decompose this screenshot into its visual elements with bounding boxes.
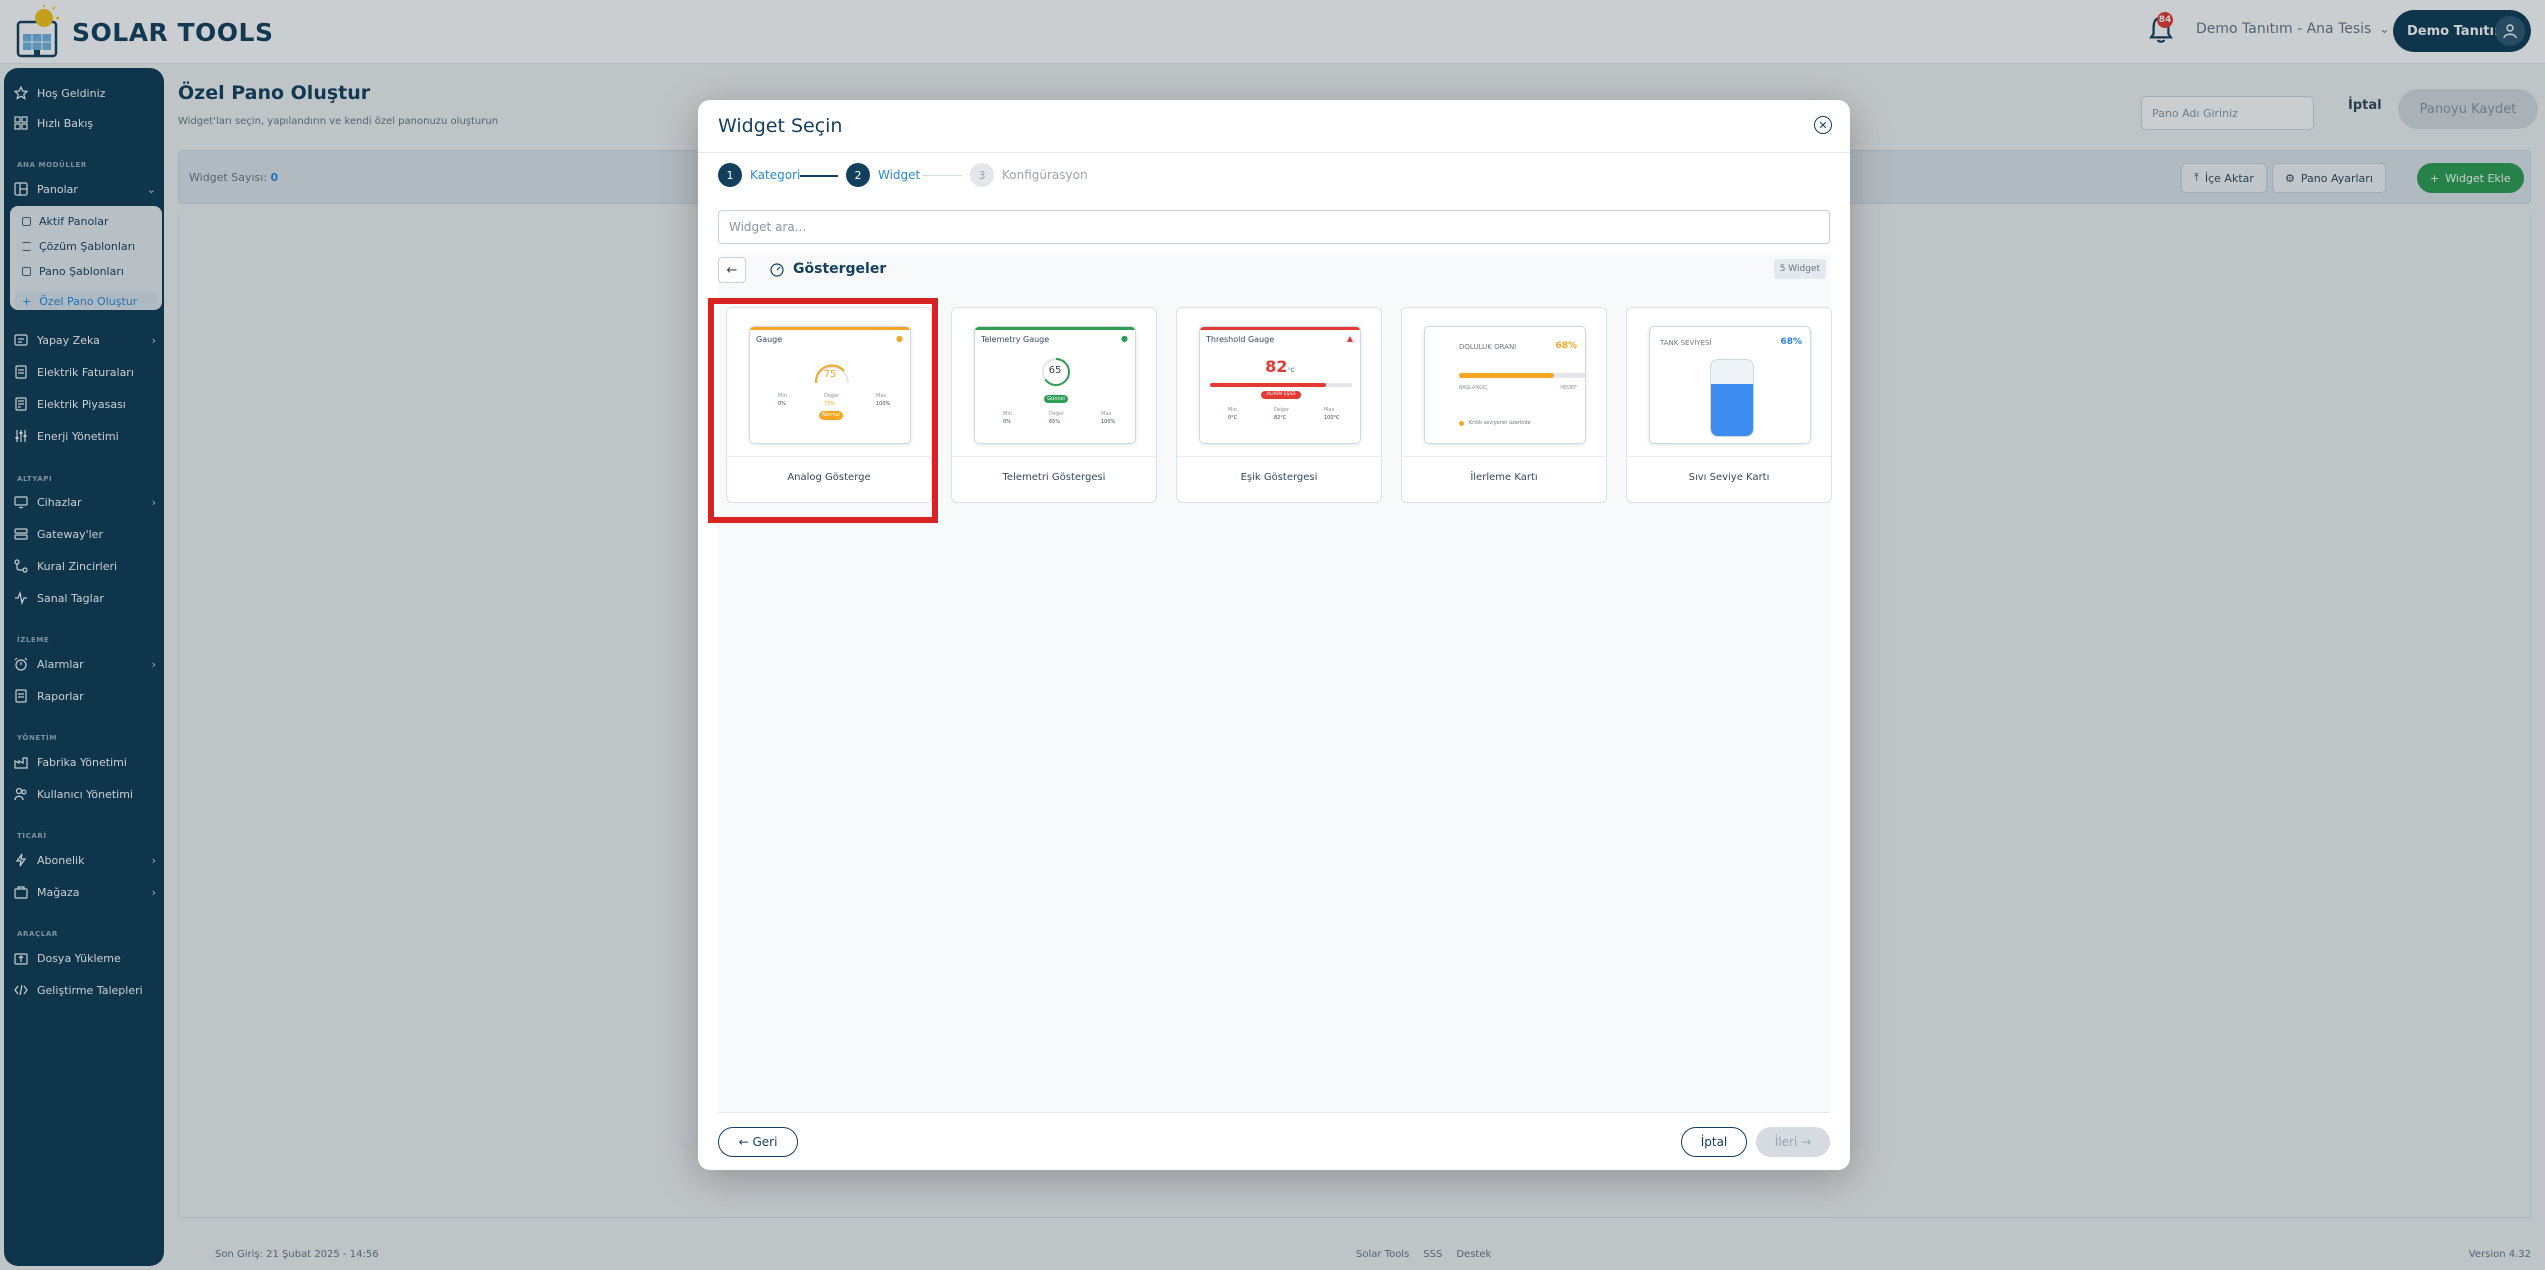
widget-select-modal: Widget Seçin ✕ 1 Kategori 2 Widget 3 Kon… xyxy=(698,100,1850,1170)
accent-bar xyxy=(975,327,1135,330)
warning-icon: ▲ xyxy=(1346,334,1353,343)
preview-title: Telemetry Gauge xyxy=(981,335,1050,344)
step-number: 2 xyxy=(846,163,870,187)
preview-unit: °C xyxy=(1287,367,1295,374)
widget-card-liquid-level[interactable]: TANK SEVİYESİ 68% Sıvı Seviye Kartı xyxy=(1626,307,1832,503)
progress-track xyxy=(1459,373,1585,378)
preview-title: DOLULUK ORANI xyxy=(1459,343,1517,351)
progress-target-label: HEDEF xyxy=(1560,385,1577,391)
preview-stat: 0% xyxy=(1003,419,1011,425)
preview-stat-label: Değer xyxy=(1274,407,1290,413)
dot-icon xyxy=(1459,421,1464,426)
preview-stat: 100% xyxy=(1101,419,1116,425)
preview-value: 82 xyxy=(1265,357,1288,376)
widget-card-telemetry-gauge[interactable]: Telemetry Gauge ● 65 Güncel Min Değer Ma… xyxy=(951,307,1157,503)
widget-name: İlerleme Kartı xyxy=(1470,472,1538,483)
preview-stat-label: Max xyxy=(1324,407,1335,413)
divider xyxy=(1627,456,1831,457)
threshold-fill xyxy=(1210,383,1327,387)
preview-value: 65 xyxy=(1048,365,1062,376)
selection-highlight xyxy=(708,298,938,523)
preview-stat: 65% xyxy=(1049,419,1061,425)
preview-stat-label: Min xyxy=(1003,411,1012,417)
step-number: 1 xyxy=(718,163,742,187)
widget-name: Telemetri Göstergesi xyxy=(1002,472,1106,483)
step-connector xyxy=(922,175,962,176)
divider xyxy=(1402,456,1606,457)
step-label: Widget xyxy=(878,168,921,182)
preview-stat: 0°C xyxy=(1228,415,1238,421)
step-number: 3 xyxy=(970,163,994,187)
widget-preview: DOLULUK ORANI 68% BAŞLANGIÇ HEDEF Kritik… xyxy=(1424,326,1586,444)
widget-preview: TANK SEVİYESİ 68% xyxy=(1649,326,1811,444)
step-label: Konfigürasyon xyxy=(1002,168,1088,182)
divider xyxy=(698,152,1850,153)
divider xyxy=(952,456,1156,457)
threshold-track xyxy=(1210,383,1352,387)
preview-stat-label: Değer xyxy=(1049,411,1065,417)
preview-title: TANK SEVİYESİ xyxy=(1660,339,1712,347)
preview-value: 68% xyxy=(1555,341,1577,351)
accent-bar xyxy=(1200,327,1360,330)
step-category[interactable]: 1 Kategori xyxy=(718,163,800,187)
preview-title: Threshold Gauge xyxy=(1206,335,1275,344)
widget-count-badge: 5 Widget xyxy=(1773,259,1826,279)
progress-note: Kritik seviyenin üzerinde xyxy=(1469,420,1531,426)
widget-preview: Threshold Gauge ▲ 82°C ALARM EŞİĞİ Min D… xyxy=(1199,326,1361,444)
widget-name: Sıvı Seviye Kartı xyxy=(1688,472,1770,483)
widget-card-threshold-gauge[interactable]: Threshold Gauge ▲ 82°C ALARM EŞİĞİ Min D… xyxy=(1176,307,1382,503)
widget-preview: Telemetry Gauge ● 65 Güncel Min Değer Ma… xyxy=(974,326,1136,444)
step-configuration[interactable]: 3 Konfigürasyon xyxy=(970,163,1088,187)
preview-stat: 82°C xyxy=(1274,415,1287,421)
preview-stat-label: Max xyxy=(1101,411,1112,417)
preview-stat: 100°C xyxy=(1324,415,1340,421)
gauge-icon xyxy=(770,263,784,277)
step-widget[interactable]: 2 Widget xyxy=(846,163,920,187)
preview-value-wrap: 82°C xyxy=(1200,357,1360,376)
category-title: Göstergeler xyxy=(793,261,887,277)
status-badge: Güncel xyxy=(1044,395,1068,403)
tank-fill xyxy=(1711,384,1753,436)
status-badge: ALARM EŞİĞİ xyxy=(1261,391,1301,399)
close-icon[interactable]: ✕ xyxy=(1814,116,1832,134)
modal-title: Widget Seçin xyxy=(718,115,843,137)
divider xyxy=(1177,456,1381,457)
preview-stat-label: Min xyxy=(1228,407,1237,413)
back-arrow-icon[interactable]: ← xyxy=(718,257,746,283)
next-button[interactable]: İleri → xyxy=(1756,1127,1830,1157)
cancel-button[interactable]: İptal xyxy=(1681,1127,1747,1157)
step-label: Kategori xyxy=(750,168,801,182)
progress-start-label: BAŞLANGIÇ xyxy=(1459,385,1488,391)
dot-icon: ● xyxy=(1121,334,1128,343)
preview-value: 68% xyxy=(1780,337,1802,347)
step-connector xyxy=(800,175,838,177)
widget-name: Eşik Göstergesi xyxy=(1240,472,1318,483)
widget-search-input[interactable]: Widget ara... xyxy=(718,210,1830,244)
back-button[interactable]: ← Geri xyxy=(718,1127,798,1157)
tank xyxy=(1710,359,1754,437)
widget-card-progress[interactable]: DOLULUK ORANI 68% BAŞLANGIÇ HEDEF Kritik… xyxy=(1401,307,1607,503)
progress-fill xyxy=(1459,373,1555,378)
